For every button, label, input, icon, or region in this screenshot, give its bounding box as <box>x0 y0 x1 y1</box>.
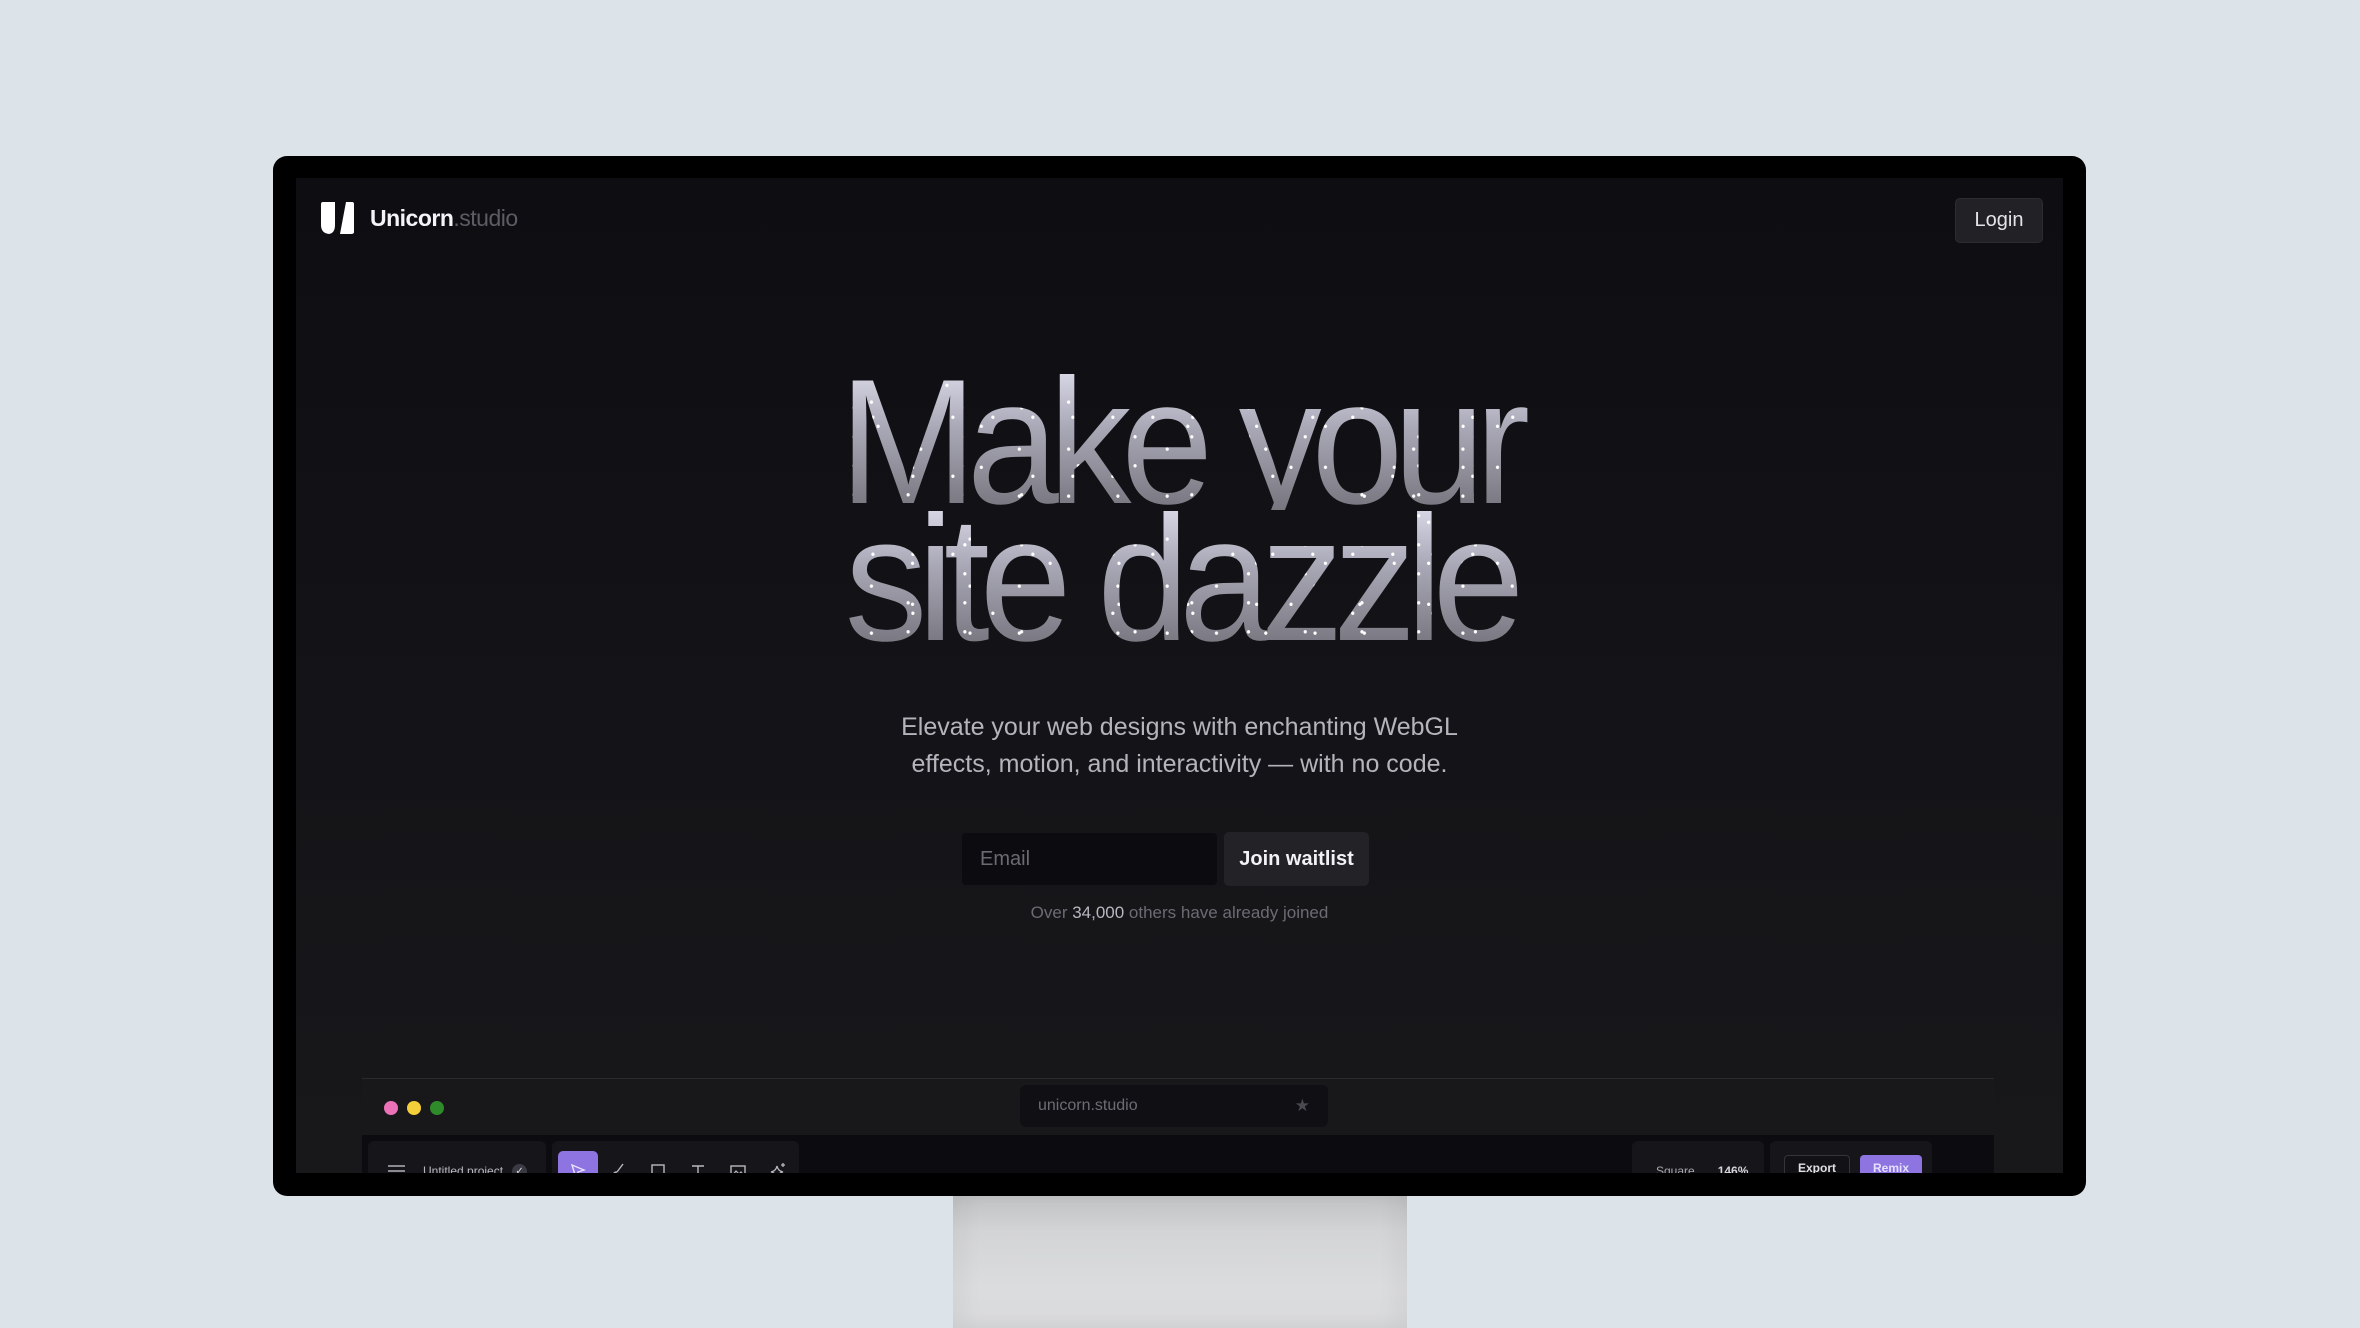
subtitle-line-2: effects, motion, and interactivity — wit… <box>911 750 1448 778</box>
brand-name-suffix: .studio <box>453 204 518 231</box>
waitlist-form: Join waitlist <box>962 832 1369 886</box>
hero-headline: Make your site dazzle <box>357 373 2002 647</box>
logo[interactable]: Unicorn.studio <box>318 199 518 237</box>
monitor-stand <box>953 1190 1407 1328</box>
brand-name: Unicorn.studio <box>370 205 518 232</box>
url-bar[interactable]: unicorn.studio ★ <box>1020 1085 1328 1127</box>
project-title[interactable]: Untitled project ✓ <box>423 1163 528 1173</box>
remix-button[interactable]: Remix <box>1860 1155 1922 1173</box>
close-dot[interactable] <box>384 1101 398 1115</box>
brand-name-main: Unicorn <box>370 204 454 231</box>
login-button[interactable]: Login <box>1955 198 2043 243</box>
paintbrush-icon[interactable] <box>598 1151 638 1173</box>
joined-prefix: Over <box>1030 903 1073 922</box>
star-icon[interactable]: ★ <box>1295 1096 1310 1116</box>
aspect-selector[interactable]: Square <box>1656 1164 1695 1173</box>
text-icon[interactable] <box>678 1151 718 1173</box>
project-name: Untitled project <box>423 1164 504 1173</box>
menu-icon[interactable] <box>388 1165 405 1173</box>
minimize-dot[interactable] <box>407 1101 421 1115</box>
square-icon[interactable] <box>638 1151 678 1173</box>
subtitle-line-1: Elevate your web designs with enchanting… <box>901 713 1458 741</box>
image-icon[interactable] <box>718 1151 758 1173</box>
join-waitlist-button[interactable]: Join waitlist <box>1224 832 1369 886</box>
canvas-settings-group: Square 146% <box>1632 1141 1764 1173</box>
joined-count-text: Over 34,000 others have already joined <box>296 903 2063 923</box>
app-preview-window: unicorn.studio ★ Untitled project ✓ Squa… <box>362 1078 1994 1173</box>
unicorn-logo-icon <box>321 202 354 234</box>
tools-group <box>552 1141 799 1173</box>
zoom-level[interactable]: 146% <box>1718 1164 1749 1173</box>
url-text: unicorn.studio <box>1038 1097 1138 1114</box>
project-group: Untitled project ✓ <box>368 1141 546 1173</box>
sparkle-icon[interactable] <box>758 1151 798 1173</box>
monitor-frame: Unicorn.studio Login Make your site dazz… <box>273 156 2086 1196</box>
cursor-arrow-icon[interactable] <box>558 1151 598 1173</box>
hero-subtitle: Elevate your web designs with enchanting… <box>296 709 2063 783</box>
editor-toolbar: Untitled project ✓ Square 146% Export Re… <box>362 1135 1994 1173</box>
maximize-dot[interactable] <box>430 1101 444 1115</box>
joined-count: 34,000 <box>1072 903 1125 922</box>
actions-group: Export Remix <box>1770 1141 1932 1173</box>
headline-line-2: site dazzle <box>357 510 2002 647</box>
check-icon: ✓ <box>512 1163 528 1173</box>
website-screen: Unicorn.studio Login Make your site dazz… <box>296 178 2063 1173</box>
window-controls <box>384 1101 444 1115</box>
email-input[interactable] <box>962 833 1217 885</box>
export-button[interactable]: Export <box>1784 1155 1850 1173</box>
joined-suffix: others have already joined <box>1124 903 1329 922</box>
